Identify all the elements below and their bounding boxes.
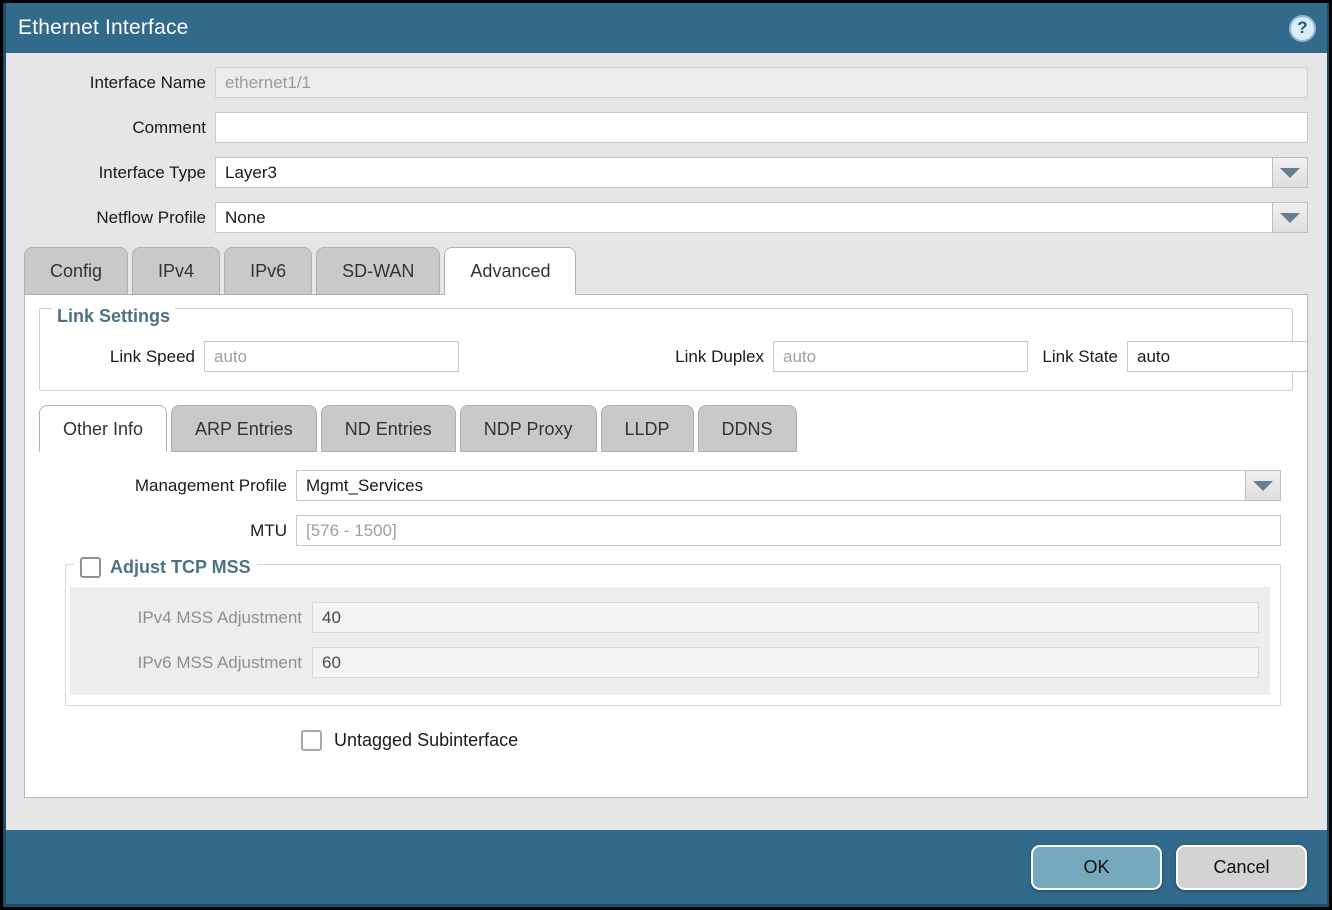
interface-name-field	[215, 67, 1308, 98]
link-state-label: Link State	[1028, 347, 1118, 367]
tab-ipv4[interactable]: IPv4	[132, 247, 220, 295]
untagged-subinterface-row: Untagged Subinterface	[301, 730, 1307, 751]
subtab-arp-entries[interactable]: ARP Entries	[171, 405, 317, 452]
interface-type-dropdown[interactable]: Layer3	[215, 157, 1308, 188]
ipv4-mss-row: IPv4 MSS Adjustment	[70, 602, 1270, 633]
mtu-label: MTU	[25, 521, 287, 541]
subtab-ddns[interactable]: DDNS	[698, 405, 797, 452]
subtab-nd-entries[interactable]: ND Entries	[321, 405, 456, 452]
dialog-body: Interface Name Comment Interface Type La…	[6, 53, 1327, 830]
subtab-lldp[interactable]: LLDP	[601, 405, 694, 452]
chevron-down-icon	[1280, 168, 1300, 178]
tab-advanced[interactable]: Advanced	[444, 247, 576, 295]
netflow-profile-dropdown-button[interactable]	[1272, 202, 1308, 233]
tab-ipv6[interactable]: IPv6	[224, 247, 312, 295]
titlebar: Ethernet Interface ?	[6, 3, 1327, 53]
link-speed-label: Link Speed	[40, 347, 195, 367]
subtab-other-info[interactable]: Other Info	[39, 405, 167, 452]
ipv4-mss-label: IPv4 MSS Adjustment	[70, 608, 302, 628]
link-duplex-group: Link Duplex	[619, 341, 1028, 372]
mss-disabled-area: IPv4 MSS Adjustment IPv6 MSS Adjustment	[70, 587, 1270, 695]
untagged-subinterface-checkbox[interactable]	[301, 730, 322, 751]
mtu-field[interactable]	[296, 515, 1281, 546]
dialog-footer: OK Cancel	[6, 830, 1327, 904]
comment-field[interactable]	[215, 112, 1308, 143]
comment-row: Comment	[6, 112, 1308, 143]
link-state-value[interactable]: auto	[1127, 341, 1308, 372]
management-profile-value[interactable]: Mgmt_Services	[296, 470, 1246, 501]
interface-type-label: Interface Type	[6, 163, 206, 183]
sub-tabstrip: Other Info ARP Entries ND Entries NDP Pr…	[25, 405, 1307, 452]
adjust-tcp-mss-fieldset: Adjust TCP MSS IPv4 MSS Adjustment IPv6 …	[65, 564, 1281, 706]
adjust-tcp-mss-label: Adjust TCP MSS	[110, 557, 251, 578]
link-speed-field[interactable]	[204, 341, 459, 372]
ipv6-mss-field	[312, 647, 1259, 678]
advanced-tab-panel: Link Settings Link Speed Link Duplex Lin…	[24, 294, 1308, 798]
link-settings-fieldset: Link Settings Link Speed Link Duplex Lin…	[39, 308, 1293, 391]
netflow-profile-row: Netflow Profile None	[6, 202, 1308, 233]
link-duplex-label: Link Duplex	[619, 347, 764, 367]
tab-sd-wan[interactable]: SD-WAN	[316, 247, 440, 295]
management-profile-dropdown[interactable]: Mgmt_Services	[296, 470, 1281, 501]
untagged-subinterface-label: Untagged Subinterface	[334, 730, 518, 751]
top-form: Interface Name Comment Interface Type La…	[6, 53, 1327, 247]
link-settings-legend: Link Settings	[52, 306, 175, 327]
mtu-row: MTU	[25, 515, 1307, 546]
netflow-profile-value[interactable]: None	[215, 202, 1273, 233]
ethernet-interface-dialog: Ethernet Interface ? Interface Name Comm…	[0, 0, 1332, 910]
other-info-panel: Management Profile Mgmt_Services MTU	[25, 452, 1307, 751]
main-tabstrip: Config IPv4 IPv6 SD-WAN Advanced	[6, 247, 1327, 295]
tab-config[interactable]: Config	[24, 247, 128, 295]
comment-label: Comment	[6, 118, 206, 138]
interface-type-dropdown-button[interactable]	[1272, 157, 1308, 188]
netflow-profile-label: Netflow Profile	[6, 208, 206, 228]
interface-name-row: Interface Name	[6, 67, 1308, 98]
ok-button[interactable]: OK	[1031, 845, 1162, 890]
link-duplex-field[interactable]	[773, 341, 1028, 372]
management-profile-label: Management Profile	[25, 476, 287, 496]
link-state-group: Link State auto	[1028, 341, 1308, 372]
interface-type-value[interactable]: Layer3	[215, 157, 1273, 188]
management-profile-row: Management Profile Mgmt_Services	[25, 470, 1307, 501]
adjust-tcp-mss-checkbox[interactable]	[80, 557, 101, 578]
adjust-tcp-mss-legend: Adjust TCP MSS	[74, 557, 257, 578]
ipv4-mss-field	[312, 602, 1259, 633]
management-profile-dropdown-button[interactable]	[1245, 470, 1281, 501]
netflow-profile-dropdown[interactable]: None	[215, 202, 1308, 233]
link-state-dropdown[interactable]: auto	[1127, 341, 1308, 372]
cancel-button[interactable]: Cancel	[1176, 845, 1307, 890]
interface-type-row: Interface Type Layer3	[6, 157, 1308, 188]
interface-name-label: Interface Name	[6, 73, 206, 93]
dialog-frame: Ethernet Interface ? Interface Name Comm…	[3, 3, 1329, 907]
help-icon[interactable]: ?	[1289, 15, 1316, 42]
chevron-down-icon	[1280, 213, 1300, 223]
dialog-title: Ethernet Interface	[18, 16, 189, 40]
link-speed-group: Link Speed	[40, 341, 459, 372]
ipv6-mss-label: IPv6 MSS Adjustment	[70, 653, 302, 673]
link-settings-row: Link Speed Link Duplex Link State auto	[40, 327, 1292, 390]
ipv6-mss-row: IPv6 MSS Adjustment	[70, 647, 1270, 678]
subtab-ndp-proxy[interactable]: NDP Proxy	[460, 405, 597, 452]
chevron-down-icon	[1253, 481, 1273, 491]
